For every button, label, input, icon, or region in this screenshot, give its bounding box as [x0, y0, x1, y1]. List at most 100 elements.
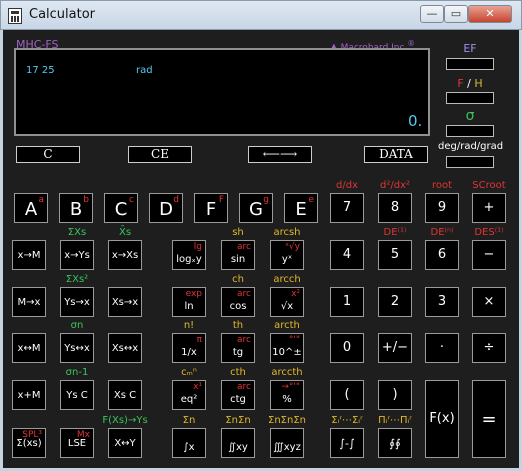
ce-button[interactable]: CE [128, 146, 192, 163]
key-func-0[interactable]: logₓy lg [172, 240, 206, 270]
key-nums-6[interactable]: 6 [425, 240, 459, 270]
key-func-12[interactable]: ∫x [172, 428, 206, 458]
key-shift-label: a [38, 195, 44, 205]
c-button[interactable]: C [16, 146, 80, 163]
key-nums-15[interactable]: ÷ [472, 333, 506, 363]
key-stats-5[interactable]: Xs→x [108, 287, 142, 317]
key-stats-3[interactable]: M→x [12, 287, 46, 317]
key-func-6[interactable]: 1/x π [172, 333, 206, 363]
key-nums-4[interactable]: 4 [330, 240, 364, 270]
key-label: ∫-∫ [339, 437, 355, 450]
key-nums-0[interactable]: 7 [330, 193, 364, 223]
maximize-button[interactable]: ▭ [444, 5, 468, 23]
key-nums-7[interactable]: − [472, 240, 506, 270]
key-stats-2[interactable]: x→Xs [108, 240, 142, 270]
key-alt-label: σn [70, 320, 84, 331]
key-func-8[interactable]: 10^± °'" [270, 333, 304, 363]
key-func-10[interactable]: ctg arc [221, 380, 255, 410]
key-nums-9[interactable]: 2 [378, 287, 412, 317]
key-nums-13[interactable]: +/− [378, 333, 412, 363]
key-alt-label: Σn [182, 415, 196, 426]
key-stats-10[interactable]: Ys C [60, 380, 94, 410]
key-alt-label: arcsh [273, 227, 301, 238]
key-stats-14[interactable]: X↔Y [108, 428, 142, 458]
fh-indicator[interactable] [446, 92, 494, 104]
close-button[interactable]: ✕ [468, 5, 512, 23]
key-stats-11[interactable]: Xs C [108, 380, 142, 410]
sigma-indicator[interactable] [446, 125, 494, 137]
key-hex-4[interactable]: FF [194, 193, 228, 223]
key-shift-label: arc [237, 242, 251, 252]
key-nums-14[interactable]: · [425, 333, 459, 363]
arrows-button[interactable]: ⟵⟶ [248, 146, 312, 163]
key-stats-7[interactable]: Ys↔x [60, 333, 94, 363]
key-label: sin [230, 254, 246, 265]
key-shift-label: arc [237, 335, 251, 345]
key-stats-0[interactable]: x→M [12, 240, 46, 270]
key-label: cos [229, 301, 247, 312]
key-nums-3[interactable]: + [472, 193, 506, 223]
key-shift-label: Mx [76, 430, 90, 440]
key-label: 1/x [181, 347, 197, 358]
key-label: 9 [437, 200, 447, 215]
key-alt-label: th [232, 320, 244, 331]
key-stats-9[interactable]: x+M [12, 380, 46, 410]
key-func-11[interactable]: % →°'" [270, 380, 304, 410]
key-hex-3[interactable]: Dd [149, 193, 183, 223]
key-shift-label: F [218, 195, 224, 205]
key-func-5[interactable]: √x x² [270, 287, 304, 317]
key-label: 5 [390, 247, 400, 262]
key-nums-17[interactable]: ) [378, 380, 412, 410]
key-hex-6[interactable]: Ee [284, 193, 318, 223]
key-stats-4[interactable]: Ys→x [60, 287, 94, 317]
key-func-13[interactable]: ∬xy [221, 428, 255, 458]
key-alt-label: SCroot [472, 180, 506, 191]
key-nums-8[interactable]: 1 [330, 287, 364, 317]
key-nums-20[interactable]: ∫-∫ [330, 428, 364, 458]
key-stats-1[interactable]: x→Ys [60, 240, 94, 270]
key-hex-1[interactable]: Bb [59, 193, 93, 223]
key-nums-19[interactable]: = [472, 380, 506, 458]
key-hex-5[interactable]: Gg [239, 193, 273, 223]
key-nums-12[interactable]: 0 [330, 333, 364, 363]
title-bar: Calculator — ▭ ✕ [0, 0, 522, 30]
key-nums-18[interactable]: F(x) [425, 380, 459, 458]
key-alt-label: d²/dx² [380, 180, 410, 191]
key-nums-5[interactable]: 5 [378, 240, 412, 270]
key-shift-label: π [196, 335, 202, 345]
key-label: = [481, 409, 497, 430]
calculator-icon [8, 8, 22, 24]
key-alt-label: ΣXs [67, 227, 87, 238]
key-label: × [483, 294, 495, 309]
calculator-display [14, 48, 430, 136]
key-nums-1[interactable]: 8 [378, 193, 412, 223]
key-stats-6[interactable]: x↔M [12, 333, 46, 363]
key-hex-0[interactable]: Aa [14, 193, 48, 223]
ef-indicator[interactable] [446, 58, 494, 70]
key-func-3[interactable]: ln exp [172, 287, 206, 317]
key-stats-12[interactable]: Σ(xs) SPL³ [12, 428, 46, 458]
key-func-4[interactable]: cos arc [221, 287, 255, 317]
key-label: % [282, 394, 292, 405]
key-alt-label: DE⁽¹⁾ [383, 227, 407, 238]
key-hex-2[interactable]: Cc [104, 193, 138, 223]
key-nums-2[interactable]: 9 [425, 193, 459, 223]
key-alt-label: DE⁽ⁿ⁾ [430, 227, 454, 238]
key-nums-16[interactable]: ( [330, 380, 364, 410]
angle-mode-indicator[interactable] [446, 156, 494, 168]
key-label: · [439, 340, 445, 355]
key-nums-21[interactable]: ∮∮ [378, 428, 412, 458]
key-label: 6 [437, 247, 447, 262]
key-stats-13[interactable]: LSE Mx [60, 428, 94, 458]
key-func-9[interactable]: eq² x¹ [172, 380, 206, 410]
key-func-1[interactable]: sin arc [221, 240, 255, 270]
key-nums-10[interactable]: 3 [425, 287, 459, 317]
key-stats-8[interactable]: Xs↔x [108, 333, 142, 363]
key-func-2[interactable]: yˣ ˣ√y [270, 240, 304, 270]
minimize-button[interactable]: — [420, 5, 444, 23]
key-label: x→M [17, 250, 41, 261]
key-func-14[interactable]: ∭xyz [270, 428, 304, 458]
data-button[interactable]: DATA [364, 146, 428, 163]
key-func-7[interactable]: tg arc [221, 333, 255, 363]
key-nums-11[interactable]: × [472, 287, 506, 317]
